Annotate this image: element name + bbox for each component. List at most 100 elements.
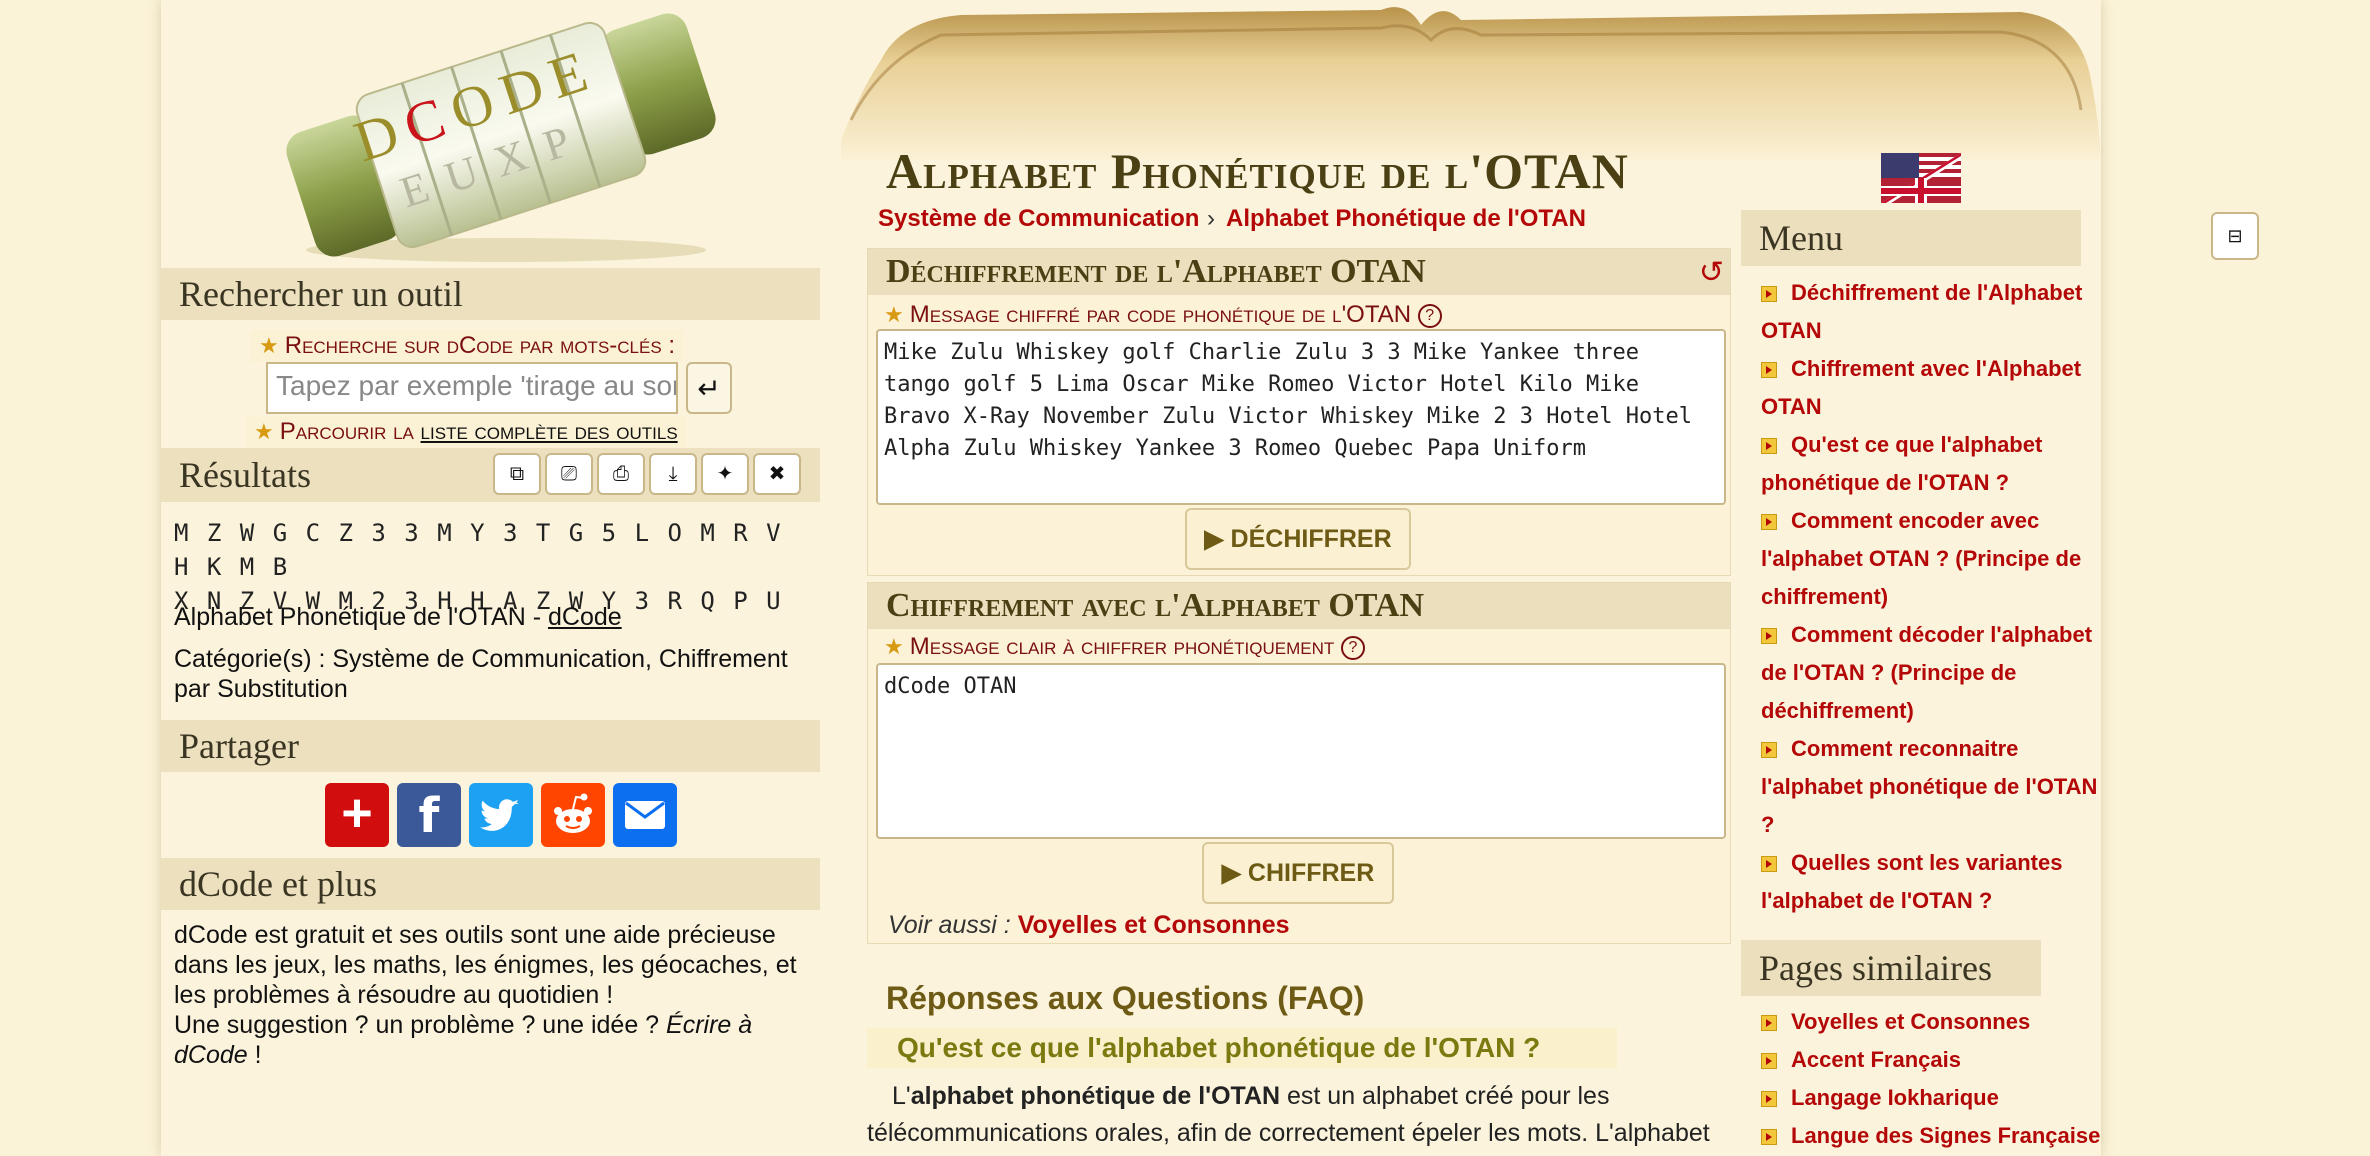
save-button[interactable]: ⎚ — [545, 453, 593, 495]
similar-item-label: Accent Français — [1791, 1047, 1961, 1072]
menu-item-label: Comment encoder avec l'alphabet OTAN ? (… — [1761, 508, 2082, 609]
plus-icon: + — [341, 783, 373, 843]
menu-item-variants[interactable]: Quelles sont les variantes l'alphabet de… — [1761, 844, 2101, 920]
star-icon: ★ — [884, 634, 904, 659]
reddit-icon — [554, 793, 592, 833]
results-title-text: Résultats — [179, 455, 311, 495]
menu-item-what-is[interactable]: Qu'est ce que l'alphabet phonétique de l… — [1761, 426, 2101, 502]
share-plus-button[interactable]: + — [325, 783, 389, 847]
similar-item[interactable]: Accent Français — [1761, 1041, 2101, 1079]
enter-icon: ↵ — [697, 373, 721, 404]
star-icon: ★ — [884, 302, 904, 327]
menu-item-how-encode[interactable]: Comment encoder avec l'alphabet OTAN ? (… — [1761, 502, 2101, 616]
ciphertext-input[interactable]: Mike Zulu Whiskey golf Charlie Zulu 3 3 … — [876, 329, 1726, 505]
similar-item-label: Langue des Signes Française — [1791, 1123, 2101, 1148]
page: DCODE EUXP Rechercher un outil ★ Recherch… — [161, 0, 2259, 1156]
encipher-button[interactable]: ▶ CHIFFRER — [1202, 842, 1394, 904]
results-source-text: Alphabet Phonétique de l'OTAN - — [174, 603, 548, 631]
similar-item[interactable]: Langue des Signes Française — [1761, 1117, 2101, 1155]
menu-item-recognize[interactable]: Comment reconnaitre l'alphabet phonétiqu… — [1761, 730, 2101, 844]
download-button[interactable]: ⤓ — [649, 453, 697, 495]
close-icon: ✖ — [768, 463, 786, 485]
share-email-button[interactable] — [613, 783, 677, 847]
parchment-header — [841, 0, 2101, 161]
browse-prefix: Parcourir la — [279, 418, 421, 445]
decipher-button[interactable]: ▶ DÉCHIFFRER — [1185, 508, 1411, 570]
results-categories: Catégorie(s) : Système de Communication,… — [174, 645, 788, 703]
decipher-label: ★ Message chiffré par code phonétique de … — [884, 301, 1442, 329]
language-flag-en[interactable] — [1881, 153, 1961, 203]
plaintext-input[interactable]: dCode OTAN — [876, 663, 1726, 839]
help-icon[interactable]: ? — [1340, 635, 1365, 660]
similar-item[interactable]: Voyelles et Consonnes — [1761, 1003, 2101, 1041]
pin-icon: ✦ — [716, 463, 734, 485]
arrow-bullet-icon — [1761, 856, 1777, 873]
share-facebook-button[interactable]: f — [397, 783, 461, 847]
menu-item-label: Chiffrement avec l'Alphabet OTAN — [1761, 356, 2082, 419]
facebook-icon: f — [418, 788, 440, 844]
plus-suggestion-text: Une suggestion ? un problème ? une idée … — [174, 1011, 667, 1039]
twitter-icon — [480, 799, 519, 831]
menu-item-label: Déchiffrement de l'Alphabet OTAN — [1761, 280, 2083, 343]
close-button[interactable]: ✖ — [753, 453, 801, 495]
breadcrumb-system-communication[interactable]: Système de Communication — [878, 205, 1199, 233]
print-button[interactable]: ⎙ — [597, 453, 645, 495]
arrow-bullet-icon — [1761, 742, 1777, 759]
keywords-label: ★ Recherche sur dCode par mots-clés : — [251, 330, 684, 362]
email-icon — [625, 801, 665, 829]
copy-button[interactable]: ⧉ — [493, 453, 541, 495]
copy-icon: ⧉ — [509, 463, 525, 485]
results-source: Alphabet Phonétique de l'OTAN - dCode — [174, 602, 622, 632]
breadcrumb-separator: › — [1207, 205, 1215, 232]
decipher-title: Déchiffrement de l'Alphabet OTAN — [868, 249, 1730, 295]
menu-item-label: Quelles sont les variantes l'alphabet de… — [1761, 850, 2063, 913]
floppy-icon: ⎚ — [561, 463, 577, 485]
search-submit-button[interactable]: ↵ — [686, 362, 732, 414]
see-also-label: Voir aussi : — [888, 911, 1018, 939]
browse-all-tools-link[interactable]: liste complète des outils — [421, 418, 678, 445]
see-also: Voir aussi : Voyelles et Consonnes — [888, 911, 1290, 940]
star-icon: ★ — [259, 333, 279, 358]
star-icon: ★ — [254, 419, 274, 444]
help-icon[interactable]: ? — [1417, 303, 1442, 328]
browse-label: ★ Parcourir la liste complète des outils — [246, 416, 686, 448]
arrow-bullet-icon — [1761, 286, 1777, 303]
share-reddit-button[interactable] — [541, 783, 605, 847]
reload-icon[interactable]: ↺ — [1699, 255, 1724, 290]
faq-answer-bold: alphabet phonétique de l'OTAN — [910, 1082, 1281, 1110]
print-icon: ⎙ — [613, 463, 629, 485]
plus-description: dCode est gratuit et ses outils sont une… — [174, 921, 797, 1009]
decipher-tool: Déchiffrement de l'Alphabet OTAN ↺ ★ Mess… — [867, 248, 1731, 576]
faq-answer-prefix: L' — [892, 1082, 911, 1110]
pin-button[interactable]: ✦ — [701, 453, 749, 495]
arrow-bullet-icon — [1761, 1053, 1777, 1070]
arrow-bullet-icon — [1761, 438, 1777, 455]
keywords-label-text: Recherche sur dCode par mots-clés : — [284, 332, 676, 359]
encipher-tool: Chiffrement avec l'Alphabet OTAN ★ Messag… — [867, 582, 1731, 944]
page-title: Alphabet Phonétique de l'OTAN — [886, 143, 1629, 199]
arrow-bullet-icon — [1761, 362, 1777, 379]
breadcrumb-current[interactable]: Alphabet Phonétique de l'OTAN — [1226, 205, 1586, 233]
menu-item-label: Comment reconnaitre l'alphabet phonétiqu… — [1761, 736, 2098, 837]
share-twitter-button[interactable] — [469, 783, 533, 847]
share-panel-title: Partager — [161, 720, 820, 772]
dcode-link[interactable]: dCode — [548, 603, 622, 631]
arrow-bullet-icon — [1761, 1129, 1777, 1146]
left-column: DCODE EUXP Rechercher un outil ★ Recherch… — [161, 0, 821, 1156]
menu-item-label: Comment décoder l'alphabet de l'OTAN ? (… — [1761, 622, 2093, 723]
menu-title-text: Menu — [1759, 218, 1843, 258]
search-panel-title: Rechercher un outil — [161, 268, 820, 320]
similar-item-label: Voyelles et Consonnes — [1791, 1009, 2031, 1034]
menu-item-decipher[interactable]: Déchiffrement de l'Alphabet OTAN — [1761, 274, 2101, 350]
menu-collapse-button[interactable]: ⊟ — [2211, 212, 2259, 260]
menu-item-encipher[interactable]: Chiffrement avec l'Alphabet OTAN — [1761, 350, 2101, 426]
arrow-bullet-icon — [1761, 1091, 1777, 1108]
similar-item[interactable]: Langage Iokharique — [1761, 1079, 2101, 1117]
search-input[interactable]: Tapez par exemple 'tirage au sort' — [266, 362, 678, 414]
plus-panel-title: dCode et plus — [161, 858, 820, 910]
menu-item-how-decode[interactable]: Comment décoder l'alphabet de l'OTAN ? (… — [1761, 616, 2101, 730]
dcode-logo[interactable]: DCODE EUXP — [231, 0, 771, 270]
see-also-link[interactable]: Voyelles et Consonnes — [1018, 911, 1290, 939]
results-line-1: M Z W G C Z 3 3 M Y 3 T G 5 L O M R V H … — [174, 519, 782, 581]
plus-suggestion: Une suggestion ? un problème ? une idée … — [174, 1010, 814, 1070]
